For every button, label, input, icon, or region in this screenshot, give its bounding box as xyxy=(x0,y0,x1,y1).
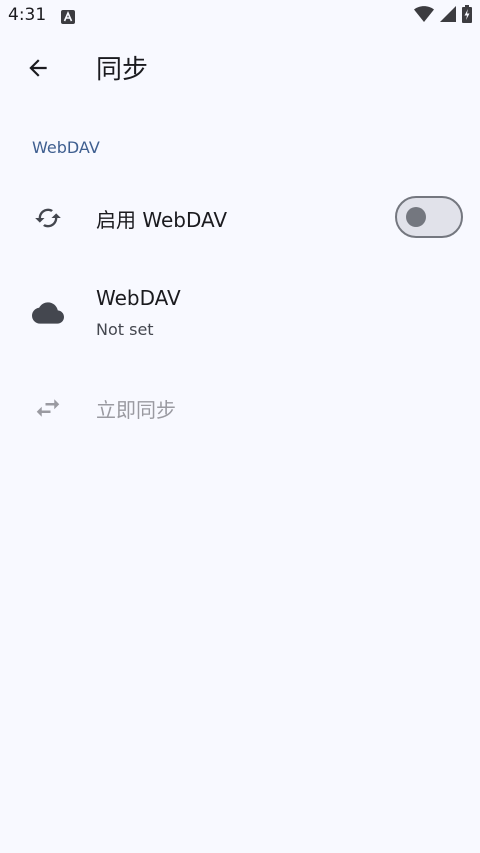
swap-horiz-icon xyxy=(32,392,64,424)
sync-icon xyxy=(32,202,64,234)
top-app-bar: 同步 xyxy=(0,34,480,106)
webdav-server-row[interactable]: WebDAV Not set xyxy=(0,268,480,358)
section-header: WebDAV xyxy=(32,138,100,157)
wifi-icon xyxy=(414,6,434,26)
sync-now-row[interactable]: 立即同步 xyxy=(0,358,480,458)
sync-now-title: 立即同步 xyxy=(96,398,176,422)
webdav-server-summary: Not set xyxy=(96,320,154,339)
status-bar: 4:31 xyxy=(0,0,480,34)
a-letter-icon xyxy=(61,9,75,24)
page-title: 同步 xyxy=(96,55,149,85)
status-icons xyxy=(414,5,472,27)
enable-webdav-title: 启用 WebDAV xyxy=(96,208,228,232)
cloud-icon xyxy=(32,297,64,329)
back-button[interactable] xyxy=(14,46,62,94)
enable-webdav-toggle[interactable] xyxy=(395,196,463,238)
battery-charging-icon xyxy=(462,5,472,27)
toggle-thumb xyxy=(406,207,426,227)
cellular-signal-icon xyxy=(440,6,456,26)
status-time: 4:31 xyxy=(8,5,47,25)
webdav-server-title: WebDAV xyxy=(96,286,181,310)
arrow-back-icon xyxy=(25,55,51,85)
